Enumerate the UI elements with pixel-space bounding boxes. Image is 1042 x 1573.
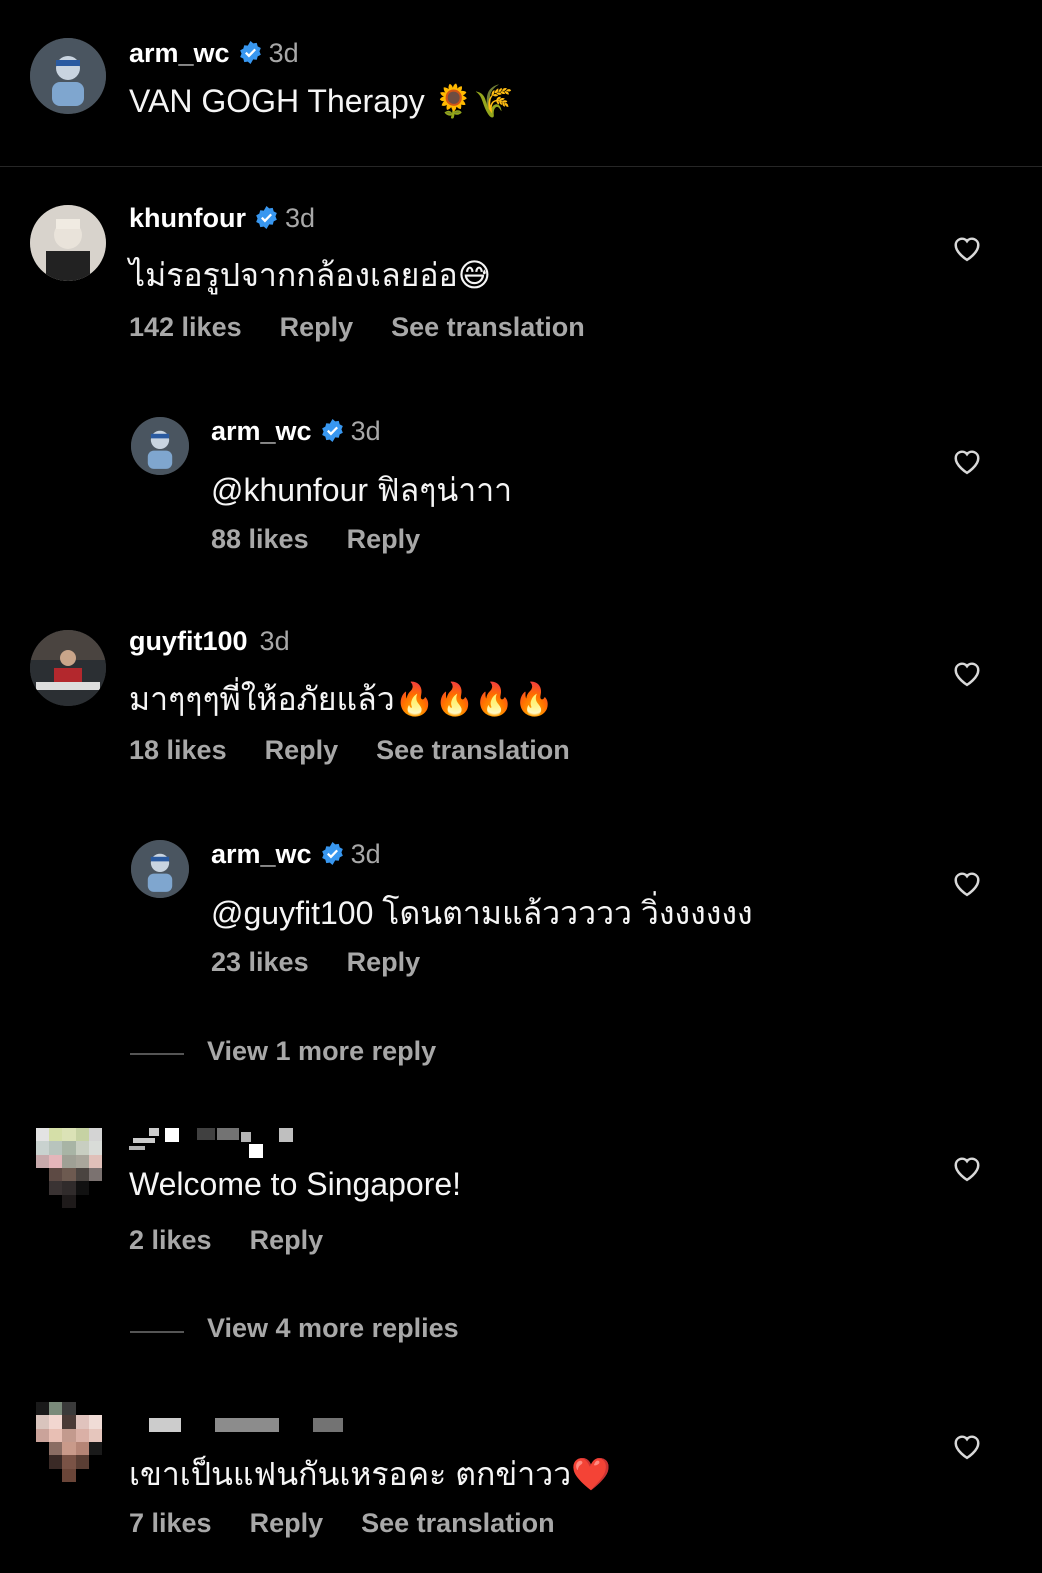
divider <box>0 166 1042 167</box>
reply-header: arm_wc 3d <box>211 839 381 870</box>
avatar[interactable] <box>30 38 106 114</box>
reply-meta: 23 likes Reply <box>211 947 458 978</box>
view-replies-line <box>130 1331 184 1333</box>
likes-count[interactable]: 7 likes <box>129 1508 212 1538</box>
comment-text: Welcome to Singapore! <box>129 1166 462 1202</box>
avatar[interactable] <box>30 205 106 281</box>
reply-button[interactable]: Reply <box>265 735 339 765</box>
heart-outline-icon[interactable] <box>952 659 982 687</box>
avatar[interactable] <box>30 630 106 706</box>
timestamp: 3d <box>259 626 290 656</box>
username-obscured <box>129 1128 299 1158</box>
comment-meta: 142 likes Reply See translation <box>129 312 623 343</box>
likes-count[interactable]: 2 likes <box>129 1225 212 1255</box>
verified-badge-icon <box>321 842 343 865</box>
reply-button[interactable]: Reply <box>250 1225 324 1255</box>
caption-header: arm_wc 3d <box>129 38 299 69</box>
comment-meta: 18 likes Reply See translation <box>129 735 608 766</box>
heart-outline-icon[interactable] <box>952 234 982 262</box>
comment-meta: 7 likes Reply See translation <box>129 1508 593 1539</box>
reply-text: @khunfour ฟิลๆน่าาา <box>211 472 513 508</box>
heart-outline-icon[interactable] <box>952 869 982 897</box>
reply-meta: 88 likes Reply <box>211 524 458 555</box>
likes-count[interactable]: 142 likes <box>129 312 242 342</box>
caption-text: VAN GOGH Therapy 🌻🌾 <box>129 83 514 119</box>
view-more-replies-button[interactable]: View 1 more reply <box>207 1036 436 1067</box>
username[interactable]: arm_wc <box>211 416 312 446</box>
username[interactable]: khunfour <box>129 203 246 233</box>
comment-meta: 2 likes Reply <box>129 1225 361 1256</box>
view-replies-line <box>130 1053 184 1055</box>
username[interactable]: arm_wc <box>211 839 312 869</box>
reply-button[interactable]: Reply <box>280 312 354 342</box>
verified-badge-icon <box>321 419 343 442</box>
username-obscured <box>129 1416 349 1436</box>
username[interactable]: arm_wc <box>129 38 230 68</box>
avatar[interactable] <box>131 840 189 898</box>
comment-text: มาๆๆๆพี่ให้อภัยแล้ว🔥🔥🔥🔥 <box>129 681 555 717</box>
verified-badge-icon <box>256 206 277 229</box>
see-translation-button[interactable]: See translation <box>376 735 570 765</box>
avatar[interactable] <box>36 1128 102 1208</box>
reply-header: arm_wc 3d <box>211 416 381 447</box>
username[interactable]: guyfit100 <box>129 626 248 656</box>
heart-outline-icon[interactable] <box>952 1154 982 1182</box>
timestamp: 3d <box>268 38 299 68</box>
comment-text: เขาเป็นแฟนกันเหรอคะ ตกข่าวว❤️ <box>129 1456 612 1492</box>
view-more-replies-button[interactable]: View 4 more replies <box>207 1313 459 1344</box>
heart-outline-icon[interactable] <box>952 1432 982 1460</box>
see-translation-button[interactable]: See translation <box>361 1508 555 1538</box>
reply-button[interactable]: Reply <box>347 524 421 554</box>
comment-text: ไม่รอรูปจากกล้องเลยอ่อ😅 <box>129 257 492 293</box>
comment-header: guyfit100 3d <box>129 626 290 657</box>
timestamp: 3d <box>350 839 381 869</box>
avatar[interactable] <box>131 417 189 475</box>
heart-outline-icon[interactable] <box>952 447 982 475</box>
comment-header: khunfour 3d <box>129 203 315 234</box>
verified-badge-icon <box>239 41 261 64</box>
timestamp: 3d <box>284 203 316 233</box>
likes-count[interactable]: 23 likes <box>211 947 309 977</box>
reply-button[interactable]: Reply <box>347 947 421 977</box>
likes-count[interactable]: 88 likes <box>211 524 309 554</box>
reply-button[interactable]: Reply <box>250 1508 324 1538</box>
timestamp: 3d <box>350 416 381 446</box>
reply-text: @guyfit100 โดนตามแล้ววววว วิ่งงงงงง <box>211 895 753 931</box>
likes-count[interactable]: 18 likes <box>129 735 227 765</box>
avatar[interactable] <box>36 1402 102 1482</box>
see-translation-button[interactable]: See translation <box>391 312 585 342</box>
